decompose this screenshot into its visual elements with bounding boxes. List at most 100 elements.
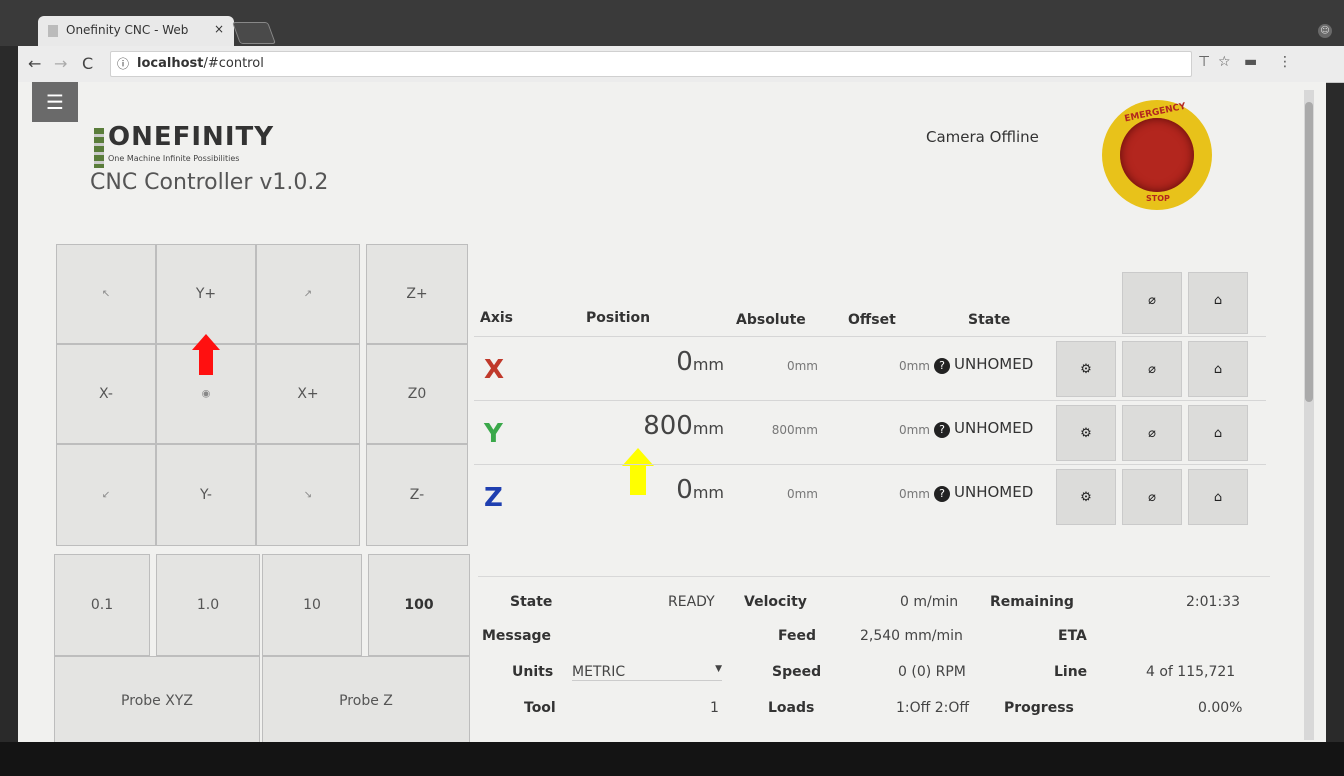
axis-table: Axis Position Absolute Offset State ⌀ ⌂ … [474,268,1266,552]
filter-icon[interactable]: ⊤ [1198,54,1210,70]
state-label: State [510,594,553,610]
absolute-value: 800 [771,423,795,437]
tab-title: Onefinity CNC - Web [66,23,189,37]
step-1-0-button[interactable]: 1.0 [156,554,260,656]
units-value: METRIC [572,664,626,680]
axis-state: ? UNHOMED [934,419,1033,438]
y-plus-label: Y+ [195,286,217,302]
remaining-label: Remaining [990,594,1074,610]
jog-z-plus-button[interactable]: Z+ [366,244,468,344]
offset-unit: mm [906,359,930,373]
absolute-header: Absolute [736,312,806,328]
position-unit: mm [692,419,724,438]
axis-home-button[interactable]: ⌂ [1188,405,1248,461]
url-input[interactable]: ⓘ localhost/#control [110,51,1192,77]
step-100-button[interactable]: 100 [368,554,470,656]
offset-header: Offset [848,312,896,328]
jog-x-plus-y-plus-button[interactable]: ↗ [256,244,360,344]
axis-state: ? UNHOMED [934,355,1033,374]
jog-z-minus-button[interactable]: Z- [366,444,468,546]
axis-label: Z [484,483,503,513]
z-zero-label: Z0 [407,386,427,402]
axis-zero-button[interactable]: ⌀ [1122,469,1182,525]
axis-zero-button[interactable]: ⌀ [1122,405,1182,461]
step-label: 100 [404,597,434,613]
axis-settings-button[interactable]: ⚙ [1056,341,1116,397]
step-10-button[interactable]: 10 [262,554,362,656]
state-value: READY [668,594,715,610]
axis-state: ? UNHOMED [934,483,1033,502]
more-menu-icon[interactable]: ⋮ [1278,54,1292,70]
info-icon[interactable]: ⓘ [117,55,129,72]
absolute-unit: mm [794,359,818,373]
chevron-down-icon: ▼ [715,664,722,674]
zero-icon: ⌀ [1148,426,1156,441]
scrollbar-thumb[interactable] [1305,102,1313,402]
jog-z-zero-button[interactable]: Z0 [366,344,468,444]
gear-icon: ⚙ [1080,490,1092,505]
axis-label: Y [484,419,503,449]
browser-tab[interactable]: Onefinity CNC - Web × [38,16,234,46]
zero-all-button[interactable]: ⌀ [1122,272,1182,334]
step-0-1-button[interactable]: 0.1 [54,554,150,656]
jog-x-minus-button[interactable]: X- [56,344,156,444]
axis-home-button[interactable]: ⌂ [1188,341,1248,397]
jog-y-minus-button[interactable]: Y- [156,444,256,546]
velocity-value: 0 m/min [900,594,959,610]
diagonal-arrow-icon: ↘ [303,489,313,501]
probe-xyz-label: Probe XYZ [121,693,193,709]
jog-x-plus-y-minus-button[interactable]: ↘ [256,444,360,546]
axis-offset: 0mm [899,423,930,437]
tab-close-icon[interactable]: × [214,22,224,36]
axis-label: X [484,355,505,385]
probe-z-button[interactable]: Probe Z [262,656,470,742]
extension-icon[interactable]: ▬ [1244,54,1257,70]
axis-absolute: 0mm [787,487,818,501]
back-arrow-icon[interactable]: ← [28,54,41,73]
step-label: 10 [303,597,321,613]
axis-home-button[interactable]: ⌂ [1188,469,1248,525]
profile-icon[interactable]: ☺ [1318,24,1332,38]
question-icon: ? [934,422,950,438]
jog-x-minus-y-plus-button[interactable]: ↖ [56,244,156,344]
home-all-button[interactable]: ⌂ [1188,272,1248,334]
axis-position: 0mm [676,475,724,505]
zero-icon: ⌀ [1148,490,1156,505]
browser-tab-bar: Onefinity CNC - Web × ☺ [0,0,1344,46]
jog-y-plus-button[interactable]: Y+ [156,244,256,344]
jog-x-minus-y-minus-button[interactable]: ↙ [56,444,156,546]
camera-status: Camera Offline [926,128,1039,146]
offset-unit: mm [906,487,930,501]
axis-settings-button[interactable]: ⚙ [1056,405,1116,461]
bookmark-star-icon[interactable]: ☆ [1218,54,1231,70]
offset-unit: mm [906,423,930,437]
z-plus-label: Z+ [406,286,428,302]
axis-offset: 0mm [899,359,930,373]
emergency-stop-button[interactable]: EMERGENCY STOP [1102,100,1212,210]
jog-x-plus-button[interactable]: X+ [256,344,360,444]
red-arrow-annotation-icon [192,334,220,350]
step-label: 0.1 [90,597,114,613]
page-subtitle: CNC Controller v1.0.2 [90,170,329,195]
app-page: ☰ ONEFINITY One Machine Infinite Possibi… [18,82,1326,742]
gear-icon: ⚙ [1080,426,1092,441]
y-minus-label: Y- [200,487,212,503]
probe-xyz-button[interactable]: Probe XYZ [54,656,260,742]
axis-row-y: Y 800mm 800mm 0mm ? UNHOMED ⚙ ⌀ ⌂ [474,400,1266,465]
tool-value: 1 [710,700,719,716]
progress-label: Progress [1004,700,1074,716]
units-select[interactable]: METRIC ▼ [572,664,722,681]
reload-icon[interactable]: C [82,54,93,73]
axis-zero-button[interactable]: ⌀ [1122,341,1182,397]
logo-mark-icon [94,128,104,168]
state-value: UNHOMED [954,419,1034,437]
page-scrollbar[interactable] [1304,90,1314,740]
zero-icon: ⌀ [1148,362,1156,377]
absolute-value: 0 [786,359,795,373]
hamburger-menu-icon[interactable]: ☰ [32,82,78,122]
address-bar-row: ← → C ⓘ localhost/#control ⊤ ☆ ▬ ⋮ [18,46,1344,83]
new-tab-button[interactable] [231,22,277,44]
axis-settings-button[interactable]: ⚙ [1056,469,1116,525]
forward-arrow-icon[interactable]: → [54,54,67,73]
absolute-value: 0 [786,487,795,501]
